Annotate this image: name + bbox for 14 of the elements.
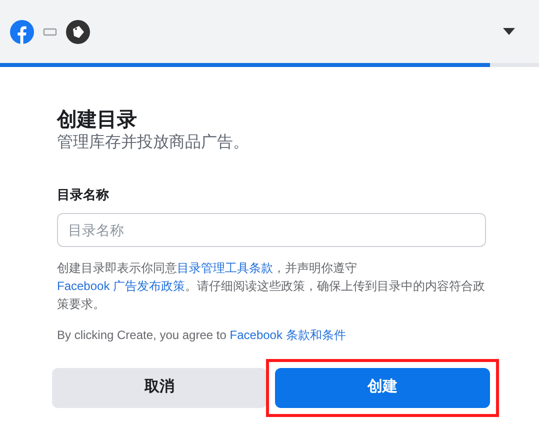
agreement-text: By clicking Create, you agree to Facebook 条款和条件 (57, 326, 347, 344)
policy-text: 创建目录即表示你同意目录管理工具条款，并声明你遵守 Facebook 广告发布政策。请仔细阅读这些政策，确保上传到目录中的内容符合政策要求。 (57, 260, 486, 312)
policy-link[interactable]: 目录管理工具条款 (177, 260, 273, 274)
facebook-logo-icon (10, 20, 34, 44)
create-button[interactable]: 创建 (275, 368, 490, 408)
policy-link[interactable]: Facebook 广告发布政策 (57, 278, 186, 292)
tag-icon (66, 20, 90, 44)
cancel-button[interactable]: 取消 (52, 368, 267, 408)
dialog-subtitle: 管理库存并投放商品广告。 (57, 133, 250, 153)
catalog-name-field[interactable]: 目录名称 (57, 212, 486, 246)
dropdown-caret-icon[interactable] (503, 28, 515, 35)
dialog-title: 创建目录 (57, 108, 138, 133)
field-label: 目录名称 (57, 186, 110, 204)
policy-link[interactable]: Facebook 条款和条件 (230, 328, 346, 342)
